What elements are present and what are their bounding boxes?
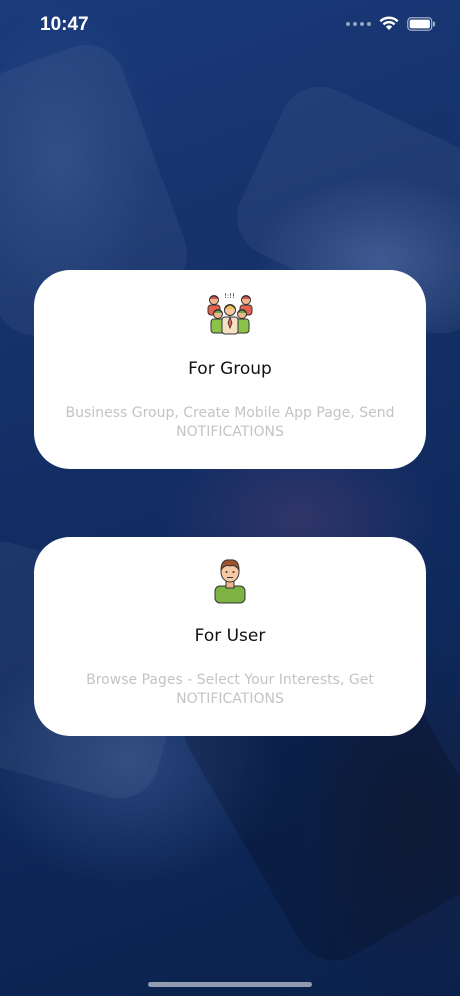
for-user-card[interactable]: For User Browse Pages - Select Your Inte… [34,537,426,736]
for-group-description: Business Group, Create Mobile App Page, … [65,405,395,440]
for-group-card[interactable]: !:!! For Group Business Group, Create Mo… [34,270,426,469]
for-user-title: For User [194,626,266,646]
status-bar: 10:47 [0,0,460,50]
for-user-description: Browse Pages - Select Your Interests, Ge… [86,672,374,707]
for-group-title: For Group [188,359,272,379]
group-icon: !:!! [207,292,253,335]
svg-text:!:!!: !:!! [224,292,235,300]
battery-icon [407,16,435,31]
user-icon [214,559,246,604]
wifi-icon [379,16,399,30]
home-indicator[interactable] [148,982,312,987]
background-image [0,0,460,996]
status-time: 10:47 [40,14,89,35]
signal-dots-icon [346,21,371,26]
status-icons [346,16,436,31]
